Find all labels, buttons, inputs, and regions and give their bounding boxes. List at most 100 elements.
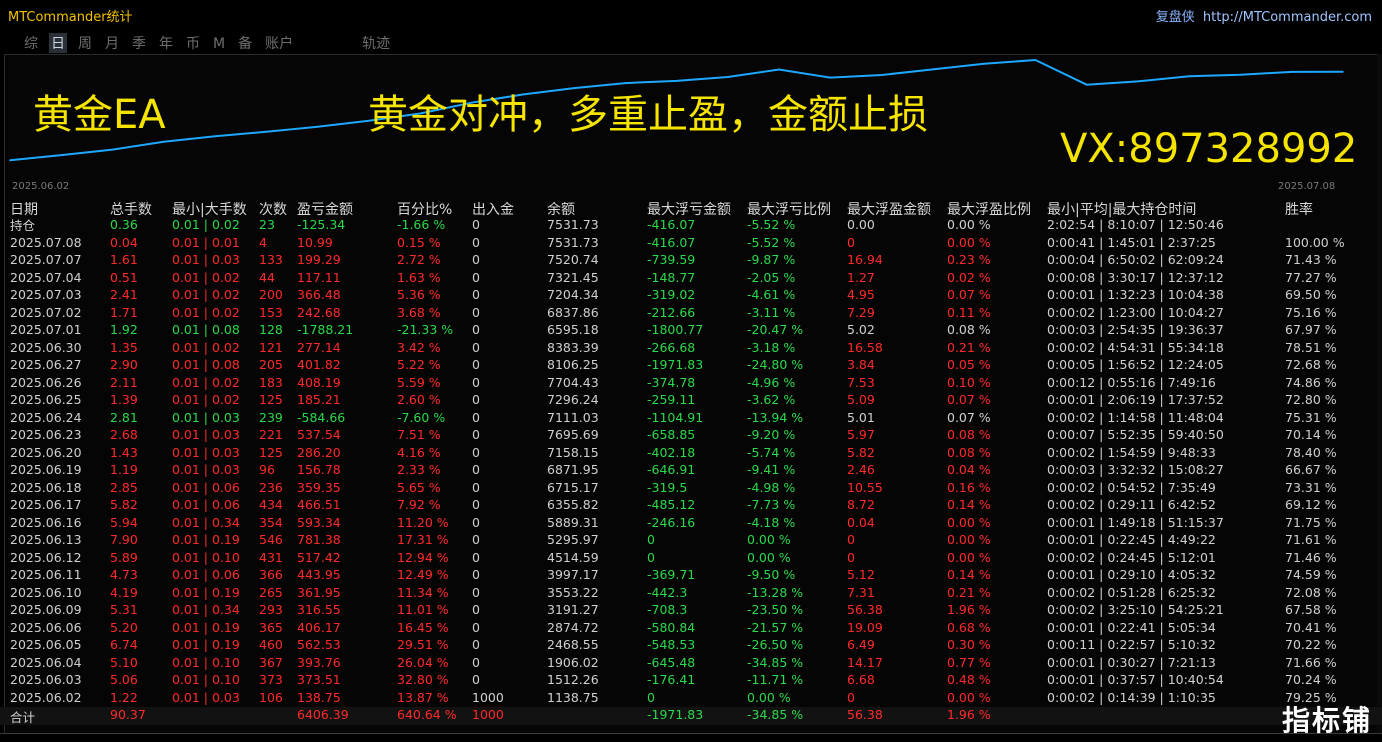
cell-pl: 286.20 xyxy=(297,444,341,460)
header-bal[interactable]: 余额 xyxy=(547,199,575,219)
cell-count: 366 xyxy=(259,567,283,582)
total-pct: 640.64 % xyxy=(397,707,457,722)
table-row[interactable]: 2025.07.02 1.71 0.01 | 0.02 153 242.68 3.68 %… xyxy=(0,305,1382,323)
table-row[interactable]: 持仓 0.36 0.01 | 0.02 23 -125.34 -1.66 % 0 7531.7… xyxy=(0,217,1382,235)
cell-io: 0 xyxy=(472,532,480,547)
header-minmax[interactable]: 最小|大手数 xyxy=(172,199,247,219)
cell-bal: 7321.45 xyxy=(547,269,599,285)
cell-win: 74.86 % xyxy=(1285,374,1337,390)
cell-time: 0:00:05 | 1:56:52 | 12:24:05 xyxy=(1047,357,1224,372)
cell-lots: 2.41 xyxy=(110,287,138,302)
cell-minmax: 0.01 | 0.03 xyxy=(172,252,240,267)
cell-pct: 5.36 % xyxy=(397,287,441,302)
header-pct[interactable]: 百分比% xyxy=(397,199,452,219)
table-row[interactable]: 2025.06.19 1.19 0.01 | 0.03 96 156.78 2.33 % 0… xyxy=(0,462,1382,480)
cell-mddp: -24.80 % xyxy=(747,357,804,372)
cell-lots: 1.92 xyxy=(110,322,138,337)
cell-count: 265 xyxy=(259,584,283,600)
total-label: 合计 xyxy=(10,710,36,725)
table-row[interactable]: 2025.06.30 1.35 0.01 | 0.02 121 277.14 3.42 %… xyxy=(0,340,1382,358)
header-mfep[interactable]: 最大浮盈比例 xyxy=(947,199,1031,219)
cell-minmax: 0.01 | 0.02 xyxy=(172,269,240,285)
equity-point xyxy=(1137,80,1139,83)
cell-mfep: 0.11 % xyxy=(947,304,991,320)
cell-io: 0 xyxy=(472,567,480,582)
table-row[interactable]: 2025.06.25 1.39 0.01 | 0.02 125 185.21 2.60 %… xyxy=(0,392,1382,410)
tab-2[interactable]: 周 xyxy=(76,33,94,53)
cell-mddp: -4.61 % xyxy=(747,287,796,302)
tab-8[interactable]: 备 xyxy=(236,33,254,53)
site-url[interactable]: http://MTCommander.com xyxy=(1203,10,1372,25)
table-row[interactable]: 2025.07.03 2.41 0.01 | 0.02 200 366.48 5.36 %… xyxy=(0,287,1382,305)
cell-pl: 781.38 xyxy=(297,532,341,547)
tab-7[interactable]: M xyxy=(211,36,227,52)
cell-mfep: 0.08 % xyxy=(947,427,991,442)
cell-pl: 156.78 xyxy=(297,462,341,477)
table-row[interactable]: 2025.06.06 5.20 0.01 | 0.19 365 406.17 16.45 … xyxy=(0,620,1382,638)
header-pl[interactable]: 盈亏金额 xyxy=(297,199,353,219)
table-row[interactable]: 2025.07.07 1.61 0.01 | 0.03 133 199.29 2.72 %… xyxy=(0,252,1382,270)
total-mfe: 56.38 xyxy=(847,707,883,722)
cell-time: 0:00:41 | 1:45:01 | 2:37:25 xyxy=(1047,234,1216,250)
cell-minmax: 0.01 | 0.10 xyxy=(172,549,240,565)
table-row[interactable]: 2025.06.13 7.90 0.01 | 0.19 546 781.38 17.31 … xyxy=(0,532,1382,550)
header-mdd[interactable]: 最大浮亏金额 xyxy=(647,199,731,219)
table-row[interactable]: 2025.06.18 2.85 0.01 | 0.06 236 359.35 5.65 %… xyxy=(0,480,1382,498)
table-row[interactable]: 2025.06.17 5.82 0.01 | 0.06 434 466.51 7.92 %… xyxy=(0,497,1382,515)
cell-mfep: 0.07 % xyxy=(947,409,991,425)
tab-10[interactable]: 轨迹 xyxy=(360,33,392,53)
header-mddp[interactable]: 最大浮亏比例 xyxy=(747,199,831,219)
table-row[interactable]: 2025.06.20 1.43 0.01 | 0.03 125 286.20 4.16 %… xyxy=(0,445,1382,463)
table-row[interactable]: 2025.06.04 5.10 0.01 | 0.10 367 393.76 26.04 … xyxy=(0,655,1382,673)
cell-mfe: 0 xyxy=(847,234,855,250)
tab-5[interactable]: 年 xyxy=(157,33,175,53)
header-count[interactable]: 次数 xyxy=(259,199,287,219)
cell-io: 0 xyxy=(472,217,480,232)
tab-1[interactable]: 日 xyxy=(49,33,67,53)
total-mddp: -34.85 % xyxy=(747,707,804,722)
cell-time: 0:00:02 | 0:24:45 | 5:12:01 xyxy=(1047,549,1216,565)
tab-3[interactable]: 月 xyxy=(103,33,121,53)
table-row[interactable]: 2025.06.02 1.22 0.01 | 0.03 106 138.75 13.87 … xyxy=(0,690,1382,708)
header-mfe[interactable]: 最大浮盈金额 xyxy=(847,199,931,219)
tab-0[interactable]: 综 xyxy=(22,33,40,53)
header-time[interactable]: 最小|平均|最大持仓时间 xyxy=(1047,199,1196,219)
site-link[interactable]: 复盘侠 http://MTCommander.com xyxy=(1156,6,1372,25)
cell-mfep: 0.21 % xyxy=(947,584,991,600)
header-lots[interactable]: 总手数 xyxy=(110,199,152,219)
table-row[interactable]: 2025.06.05 6.74 0.01 | 0.19 460 562.53 29.51 … xyxy=(0,637,1382,655)
table-row[interactable]: 2025.07.04 0.51 0.01 | 0.02 44 117.11 1.63 % 0… xyxy=(0,270,1382,288)
cell-minmax: 0.01 | 0.02 xyxy=(172,392,240,407)
header-win[interactable]: 胜率 xyxy=(1285,199,1313,219)
table-row[interactable]: 2025.06.10 4.19 0.01 | 0.19 265 361.95 11.34 … xyxy=(0,585,1382,603)
table-row[interactable]: 2025.06.26 2.11 0.01 | 0.02 183 408.19 5.59 %… xyxy=(0,375,1382,393)
equity-point xyxy=(983,63,985,65)
header-io[interactable]: 出入金 xyxy=(472,199,514,219)
table-row[interactable]: 2025.07.01 1.92 0.01 | 0.08 128 -1788.21 -21.… xyxy=(0,322,1382,340)
cell-mdd: -548.53 xyxy=(647,637,696,652)
cell-mdd: -580.84 xyxy=(647,619,696,635)
table-row[interactable]: 2025.06.16 5.94 0.01 | 0.34 354 593.34 11.20 … xyxy=(0,515,1382,533)
tab-9[interactable]: 账户 xyxy=(263,33,295,53)
cell-win: 69.12 % xyxy=(1285,497,1337,512)
tab-6[interactable]: 币 xyxy=(184,33,202,53)
cell-pl: 466.51 xyxy=(297,497,341,512)
table-row[interactable]: 2025.06.03 5.06 0.01 | 0.10 373 373.51 32.80 … xyxy=(0,672,1382,690)
table-row[interactable]: 2025.06.23 2.68 0.01 | 0.03 221 537.54 7.51 %… xyxy=(0,427,1382,445)
tab-4[interactable]: 季 xyxy=(130,33,148,53)
cell-time: 0:00:12 | 0:55:16 | 7:49:16 xyxy=(1047,374,1216,390)
cell-lots: 2.81 xyxy=(110,409,138,425)
table-row[interactable]: 2025.06.09 5.31 0.01 | 0.34 293 316.55 11.01 … xyxy=(0,602,1382,620)
table-row[interactable]: 2025.07.08 0.04 0.01 | 0.01 4 10.99 0.15 % 0 75… xyxy=(0,235,1382,253)
table-row[interactable]: 2025.06.27 2.90 0.01 | 0.08 205 401.82 5.22 %… xyxy=(0,357,1382,375)
cell-date: 2025.07.01 xyxy=(10,322,82,337)
cell-io: 0 xyxy=(472,444,480,460)
cell-bal: 7531.73 xyxy=(547,234,599,250)
cell-mfep: 0.48 % xyxy=(947,672,991,687)
cell-win: 100.00 % xyxy=(1285,234,1345,250)
table-row[interactable]: 2025.06.24 2.81 0.01 | 0.03 239 -584.66 -7.60… xyxy=(0,410,1382,428)
cell-date: 2025.06.02 xyxy=(10,689,82,705)
table-row[interactable]: 2025.06.12 5.89 0.01 | 0.10 431 517.42 12.94 … xyxy=(0,550,1382,568)
table-row[interactable]: 2025.06.11 4.73 0.01 | 0.06 366 443.95 12.49 … xyxy=(0,567,1382,585)
cell-minmax: 0.01 | 0.02 xyxy=(172,339,240,355)
